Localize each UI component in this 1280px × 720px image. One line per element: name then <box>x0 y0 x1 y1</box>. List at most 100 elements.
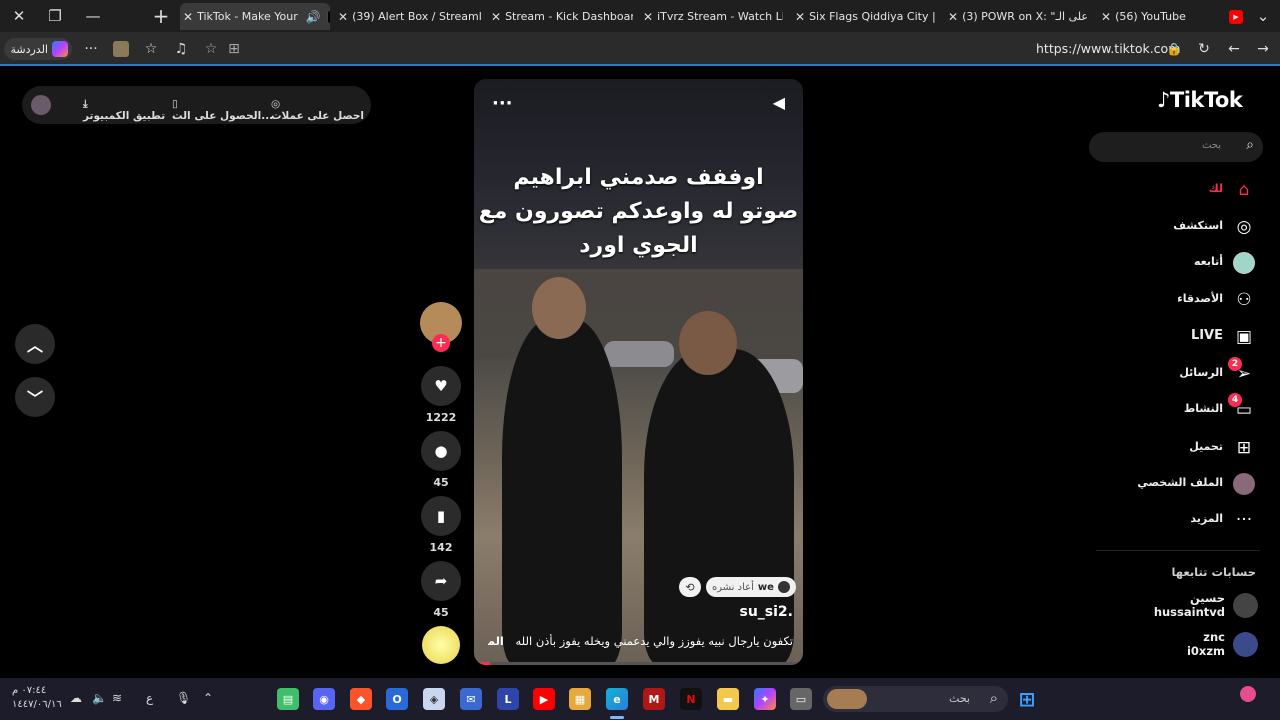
minimize-window-icon[interactable]: — <box>74 0 112 32</box>
tab-close-icon[interactable]: ✕ <box>795 10 805 24</box>
followed-account[interactable]: znc i0xzm <box>1100 630 1260 660</box>
forward-icon[interactable]: → <box>1252 38 1274 60</box>
microphone-icon[interactable]: 🎙 <box>176 691 191 705</box>
search-icon[interactable]: ⌕ <box>1246 137 1254 153</box>
tab-close-icon[interactable]: ✕ <box>1101 10 1111 24</box>
clock[interactable]: ٠٧:٤٤ م ١٤٤٧/٠٦/١٦ <box>12 684 62 712</box>
wifi-icon[interactable]: ≋ <box>112 691 122 705</box>
follow-plus-icon[interactable]: + <box>432 334 450 352</box>
activity-badge: 4 <box>1228 393 1242 407</box>
sidebar-item-following[interactable]: أتابعه <box>1100 249 1260 277</box>
speaker-tray-icon[interactable]: 🔈 <box>92 691 107 705</box>
brave-icon[interactable]: ◆ <box>350 688 372 710</box>
read-aloud-icon[interactable]: ♫ <box>170 38 192 60</box>
top-promo-bar: تطبيق الكمبيوتر ⤓ الحصول على الت... ▯ اح… <box>22 86 371 124</box>
restore-window-icon[interactable]: ❐ <box>36 0 74 32</box>
home-icon: ⌂ <box>1238 180 1250 200</box>
taskbar-search[interactable]: بحث ⌕ <box>823 686 1008 712</box>
tab-close-icon[interactable]: ✕ <box>948 10 958 24</box>
tab-streamlabs[interactable]: ✕ (39) Alert Box / Streaml S <box>335 3 483 30</box>
refresh-icon[interactable]: ↻ <box>1193 38 1215 60</box>
outlook-icon[interactable]: O <box>386 688 408 710</box>
tab-powr-x[interactable]: ✕ (3) POWR on X: "على الـ 𝕏 <box>945 3 1093 30</box>
browser-tab-bar: ✕ ❐ — + ✕ TikTok - Make Your 🔊 ♪ ✕ (39) … <box>0 0 1280 32</box>
save-button[interactable]: ▮ <box>421 496 461 536</box>
extension-icon[interactable] <box>110 38 132 60</box>
speaker-icon[interactable]: 🔊 <box>306 10 321 24</box>
sidebar-item-activity[interactable]: النشاط ▭ 4 <box>1100 393 1260 424</box>
copilot-chat-button[interactable]: الدردشة <box>4 38 72 60</box>
cloud-icon[interactable]: ☁ <box>70 691 82 705</box>
share-button[interactable]: ➦ <box>421 561 461 601</box>
video-more-icon[interactable]: ··· <box>492 93 513 114</box>
lock-icon[interactable]: 🔒 <box>1163 38 1185 60</box>
lightroom-icon[interactable]: L <box>497 688 519 710</box>
chevron-up-icon[interactable]: ⌃ <box>203 691 213 705</box>
store-icon[interactable]: ▦ <box>569 688 591 710</box>
repost-icon[interactable]: ⟲ <box>679 577 701 597</box>
tab-itvrz-stream[interactable]: ✕ iTvrz Stream - Watch Liv K <box>640 3 783 30</box>
comment-button[interactable]: ● <box>421 431 461 471</box>
close-window-icon[interactable]: ✕ <box>0 0 38 32</box>
video-progress[interactable] <box>474 662 803 665</box>
mcafee-icon[interactable]: M <box>643 688 665 710</box>
mail-icon[interactable]: ✉ <box>460 688 482 710</box>
sidebar-item-messages[interactable]: الرسائل ➢ 2 <box>1100 357 1260 388</box>
sound-disc-icon[interactable] <box>422 626 460 664</box>
discord-icon[interactable]: ◉ <box>313 688 335 710</box>
more-options-icon[interactable]: ··· <box>80 38 102 60</box>
tab-youtube[interactable]: ✕ (56) YouTube ▶ <box>1098 3 1243 30</box>
task-view-icon[interactable]: ▭ <box>790 688 812 710</box>
followed-account[interactable]: حسين hussaintvd <box>1100 591 1260 621</box>
like-button[interactable]: ♥ <box>421 366 461 406</box>
sidebar-item-more[interactable]: المزيد ··· <box>1100 506 1260 534</box>
netflix-icon[interactable]: N <box>680 688 702 710</box>
tab-kick-dashboard[interactable]: ✕ Stream - Kick Dashboard K <box>488 3 633 30</box>
get-coins-button[interactable]: احصل على عملات ◎ <box>271 98 364 122</box>
tab-close-icon[interactable]: ✕ <box>643 10 653 24</box>
tab-close-icon[interactable]: ✕ <box>183 10 193 24</box>
app-icon[interactable]: ◈ <box>423 688 445 710</box>
back-icon[interactable]: ← <box>1223 38 1245 60</box>
sidebar-item-explore[interactable]: استكشف ◎ <box>1100 213 1260 241</box>
video-author[interactable]: su_si2. <box>740 604 794 620</box>
edge-icon[interactable]: e <box>606 688 628 710</box>
get-app-button[interactable]: الحصول على الت... ▯ <box>172 98 273 122</box>
sidebar-item-live[interactable]: LIVE ▣ <box>1100 323 1260 351</box>
tiktok-logo[interactable]: ♪TikTok <box>1157 88 1243 112</box>
sidebar-item-upload[interactable]: تحميل ⊞ <box>1100 434 1260 462</box>
next-video-button[interactable]: ﹀ <box>15 377 55 417</box>
sidebar-item-foryou[interactable]: لك ⌂ <box>1100 176 1260 204</box>
desktop-app-button[interactable]: تطبيق الكمبيوتر ⤓ <box>83 98 165 122</box>
input-language[interactable]: ع <box>146 691 153 705</box>
favorites-icon[interactable]: ☆ <box>140 38 162 60</box>
app-icon-green[interactable]: ▤ <box>277 688 299 710</box>
video-player[interactable]: ··· ◀︎ اوففف صدمني ابراهيم صوتو له واوعد… <box>474 79 803 665</box>
youtube-app-icon[interactable]: ▶ <box>533 688 555 710</box>
url-text[interactable]: https://www.tiktok.com <box>1036 41 1180 56</box>
previous-video-button[interactable]: ︿ <box>15 324 55 364</box>
more-icon: ··· <box>1235 510 1253 530</box>
tab-list-chevron-icon[interactable]: ⌄ <box>1244 0 1280 32</box>
repost-chip[interactable]: أعاد نشره we <box>706 577 796 597</box>
add-favorite-icon[interactable]: ☆ <box>200 38 222 60</box>
notification-icon[interactable] <box>1240 686 1256 702</box>
person-left <box>502 319 622 665</box>
tab-six-flags[interactable]: ✕ Six Flags Qiddiya City | <box>792 3 940 30</box>
windows-start-icon[interactable]: ⊞ <box>1016 687 1038 711</box>
copilot-app-icon[interactable]: ✦ <box>754 688 776 710</box>
volume-icon[interactable]: ◀︎ <box>773 93 785 112</box>
tab-close-icon[interactable]: ✕ <box>491 10 501 24</box>
new-tab-icon[interactable]: + <box>142 0 180 32</box>
sidebar-item-profile[interactable]: الملف الشخصي <box>1100 470 1260 498</box>
more-link[interactable]: المزيد <box>488 634 504 648</box>
tab-tiktok[interactable]: ✕ TikTok - Make Your 🔊 ♪ <box>180 3 330 30</box>
tab-close-icon[interactable]: ✕ <box>338 10 348 24</box>
user-avatar[interactable] <box>31 95 51 115</box>
sidebar-item-friends[interactable]: الأصدقاء ⚇ <box>1100 286 1260 314</box>
search-input[interactable]: بحث ⌕ <box>1089 132 1263 162</box>
app-available-icon[interactable]: ⊞ <box>223 38 245 60</box>
file-explorer-icon[interactable]: ▬ <box>717 688 739 710</box>
messages-badge: 2 <box>1228 357 1242 371</box>
tiktok-favicon-icon: ♪ <box>326 9 330 24</box>
